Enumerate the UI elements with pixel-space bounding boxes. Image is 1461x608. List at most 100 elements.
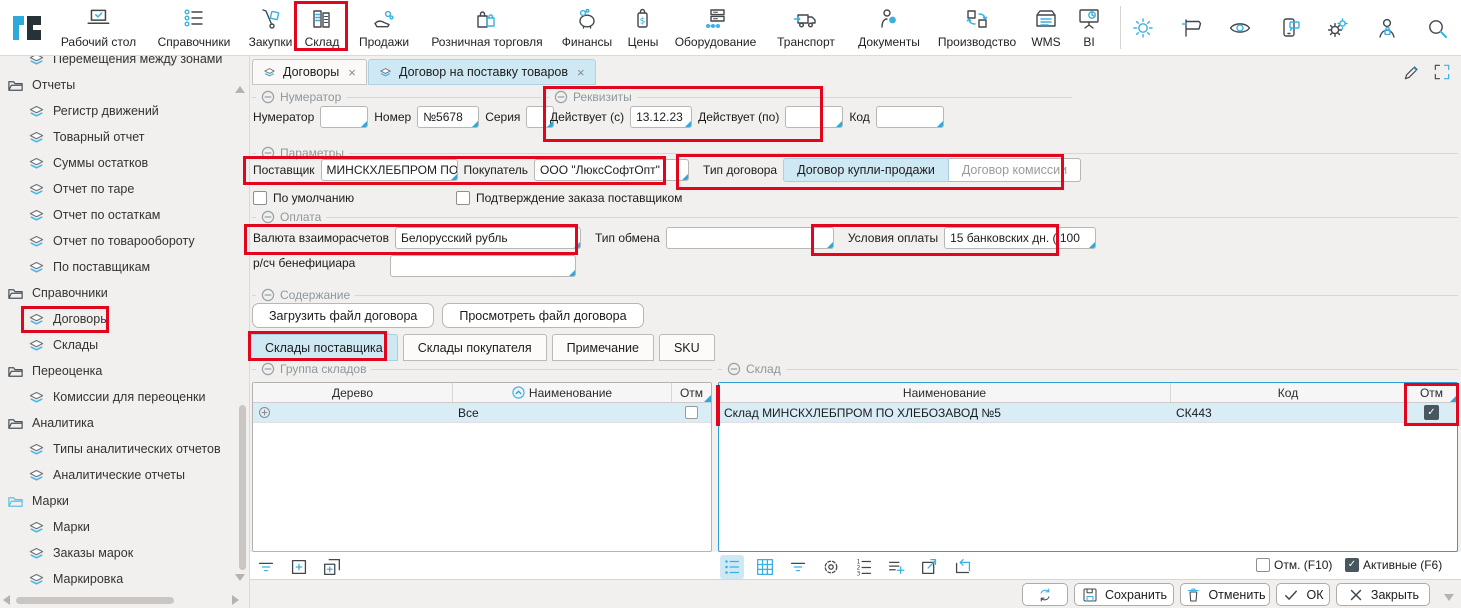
code-field[interactable] xyxy=(876,106,944,128)
collapse-icon[interactable] xyxy=(554,90,568,104)
tab-contracts[interactable]: Договоры × xyxy=(252,59,367,85)
filter-icon[interactable] xyxy=(786,555,810,579)
settings-gear-icon[interactable] xyxy=(819,555,843,579)
column-header-tree[interactable]: Дерево xyxy=(253,383,453,402)
valid-from-field[interactable]: 13.12.23 xyxy=(630,106,692,128)
sidebar-item-analytic-reports[interactable]: Аналитические отчеты xyxy=(0,462,249,488)
menu-item-retail[interactable]: Розничная торговля xyxy=(424,0,550,55)
menu-item-sales[interactable]: Продажи xyxy=(352,0,416,55)
close-button[interactable]: Закрыть xyxy=(1336,583,1430,606)
scroll-up-arrow[interactable] xyxy=(235,86,245,93)
edit-pencil-icon[interactable] xyxy=(1402,62,1422,82)
filter-icon[interactable] xyxy=(254,555,278,579)
exchange-type-field[interactable] xyxy=(666,227,834,249)
ok-button[interactable]: ОК xyxy=(1276,583,1330,606)
scroll-right-arrow[interactable] xyxy=(232,595,239,605)
upload-contract-file-button[interactable]: Загрузить файл договора xyxy=(252,303,434,328)
table-row[interactable]: Все xyxy=(253,403,711,423)
tab-close-icon[interactable]: × xyxy=(577,65,585,80)
sidebar-item-goods-report[interactable]: Товарный отчет xyxy=(0,124,249,150)
menu-item-desktop[interactable]: Рабочий стол xyxy=(52,0,145,55)
sidebar-item-turnover-report[interactable]: Отчет по товарообороту xyxy=(0,228,249,254)
tab-sku[interactable]: SKU xyxy=(659,334,715,361)
sidebar-item-balance-sums[interactable]: Суммы остатков xyxy=(0,150,249,176)
numerator-field[interactable] xyxy=(320,106,368,128)
tab-supply-contract[interactable]: Договор на поставку товаров × xyxy=(368,59,596,85)
menu-item-warehouse[interactable]: Склад xyxy=(296,0,348,55)
sidebar-folder-analytics[interactable]: Аналитика xyxy=(0,410,249,436)
menu-item-production[interactable]: Производство xyxy=(932,0,1022,55)
supplier-field[interactable]: МИНСКХЛЕБПРОМ ПО xyxy=(321,159,458,181)
number-field[interactable]: №5678 xyxy=(417,106,479,128)
sidebar-vertical-scrollbar[interactable] xyxy=(239,405,246,570)
save-button[interactable]: Сохранить xyxy=(1074,583,1174,606)
user-lock-icon[interactable] xyxy=(1375,16,1399,40)
scroll-left-arrow[interactable] xyxy=(3,595,10,605)
cancel-button[interactable]: Отменить xyxy=(1180,583,1270,606)
row-marked-checkbox[interactable] xyxy=(1424,405,1439,420)
menu-item-equipment[interactable]: Оборудование xyxy=(668,0,763,55)
column-header-marked[interactable]: Отм xyxy=(672,383,711,402)
column-header-code[interactable]: Код xyxy=(1171,383,1406,402)
list-view-icon[interactable] xyxy=(720,555,744,579)
sidebar-item-tare-report[interactable]: Отчет по таре xyxy=(0,176,249,202)
contract-type-commission-button[interactable]: Договор комиссии xyxy=(949,158,1081,182)
export-icon[interactable] xyxy=(918,555,942,579)
collapse-icon[interactable] xyxy=(261,90,275,104)
menu-item-wms[interactable]: WMS xyxy=(1026,0,1066,55)
gears-icon[interactable] xyxy=(1325,16,1349,40)
contract-type-sale-button[interactable]: Договор купли-продажи xyxy=(783,158,949,182)
menu-item-purchases[interactable]: Закупки xyxy=(243,0,298,55)
reload-data-icon[interactable] xyxy=(951,555,975,579)
column-header-marked[interactable]: Отм xyxy=(1406,383,1457,402)
tab-close-icon[interactable]: × xyxy=(348,65,356,80)
scroll-down-arrow[interactable] xyxy=(235,574,245,581)
column-header-name[interactable]: Наименование xyxy=(453,383,672,402)
collapse-icon[interactable] xyxy=(261,288,275,302)
tab-note[interactable]: Примечание xyxy=(552,334,654,361)
collapse-icon[interactable] xyxy=(261,210,275,224)
menu-item-prices[interactable]: $ Цены xyxy=(622,0,664,55)
tab-supplier-warehouses[interactable]: Склады поставщика xyxy=(250,334,398,361)
menu-item-references[interactable]: Справочники xyxy=(148,0,240,55)
beneficiary-account-field[interactable] xyxy=(390,255,576,277)
grid-view-icon[interactable] xyxy=(753,555,777,579)
currency-field[interactable]: Белорусский рубль xyxy=(395,227,581,249)
sidebar-item-marking[interactable]: Маркировка xyxy=(0,566,249,592)
payment-terms-field[interactable]: 15 банковских дн. ( 100 xyxy=(944,227,1096,249)
phone-message-icon[interactable] xyxy=(1278,16,1302,40)
confirm-order-checkbox[interactable] xyxy=(456,191,470,205)
table-row[interactable]: Склад МИНСКХЛЕБПРОМ ПО ХЛЕБОЗАВОД №5 СК4… xyxy=(719,403,1457,423)
menu-item-bi[interactable]: BI xyxy=(1070,0,1108,55)
numbered-list-icon[interactable]: 123 xyxy=(852,555,876,579)
content-scroll-down-arrow[interactable] xyxy=(1444,594,1454,601)
add-to-list-icon[interactable] xyxy=(885,555,909,579)
menu-item-documents[interactable]: Документы xyxy=(850,0,928,55)
marked-filter-checkbox[interactable] xyxy=(1256,558,1270,572)
sidebar-item-stamp-orders[interactable]: Заказы марок xyxy=(0,540,249,566)
refresh-button[interactable] xyxy=(1022,583,1068,606)
collapse-icon[interactable] xyxy=(727,362,741,376)
sidebar-item-stamps[interactable]: Марки xyxy=(0,514,249,540)
sidebar-folder-stamps[interactable]: Марки xyxy=(0,488,249,514)
default-checkbox[interactable] xyxy=(253,191,267,205)
sidebar-item-leftovers-report[interactable]: Отчет по остаткам xyxy=(0,202,249,228)
active-filter-checkbox[interactable] xyxy=(1345,558,1359,572)
sidebar-horizontal-scrollbar[interactable] xyxy=(16,597,174,604)
menu-item-transport[interactable]: Транспорт xyxy=(768,0,844,55)
add-record-icon[interactable] xyxy=(287,555,311,579)
add-multiple-icon[interactable] xyxy=(320,555,344,579)
sidebar-item-contracts[interactable]: Договоры xyxy=(0,306,249,332)
menu-item-finance[interactable]: Финансы xyxy=(556,0,618,55)
expand-plus-icon[interactable] xyxy=(258,406,271,419)
eye-icon[interactable] xyxy=(1228,16,1252,40)
column-header-name[interactable]: Наименование xyxy=(719,383,1171,402)
sidebar-item-analytic-report-types[interactable]: Типы аналитических отчетов xyxy=(0,436,249,462)
sidebar-item-zone-moves[interactable]: Перемещения между зонами xyxy=(0,56,249,72)
tab-buyer-warehouses[interactable]: Склады покупателя xyxy=(403,334,547,361)
sidebar-folder-revaluation[interactable]: Переоценка xyxy=(0,358,249,384)
sidebar-item-by-suppliers[interactable]: По поставщикам xyxy=(0,254,249,280)
sidebar-folder-reports[interactable]: Отчеты xyxy=(0,72,249,98)
buyer-field[interactable]: ООО "ЛюксСофтОпт" xyxy=(534,159,689,181)
sidebar-item-movement-register[interactable]: Регистр движений xyxy=(0,98,249,124)
